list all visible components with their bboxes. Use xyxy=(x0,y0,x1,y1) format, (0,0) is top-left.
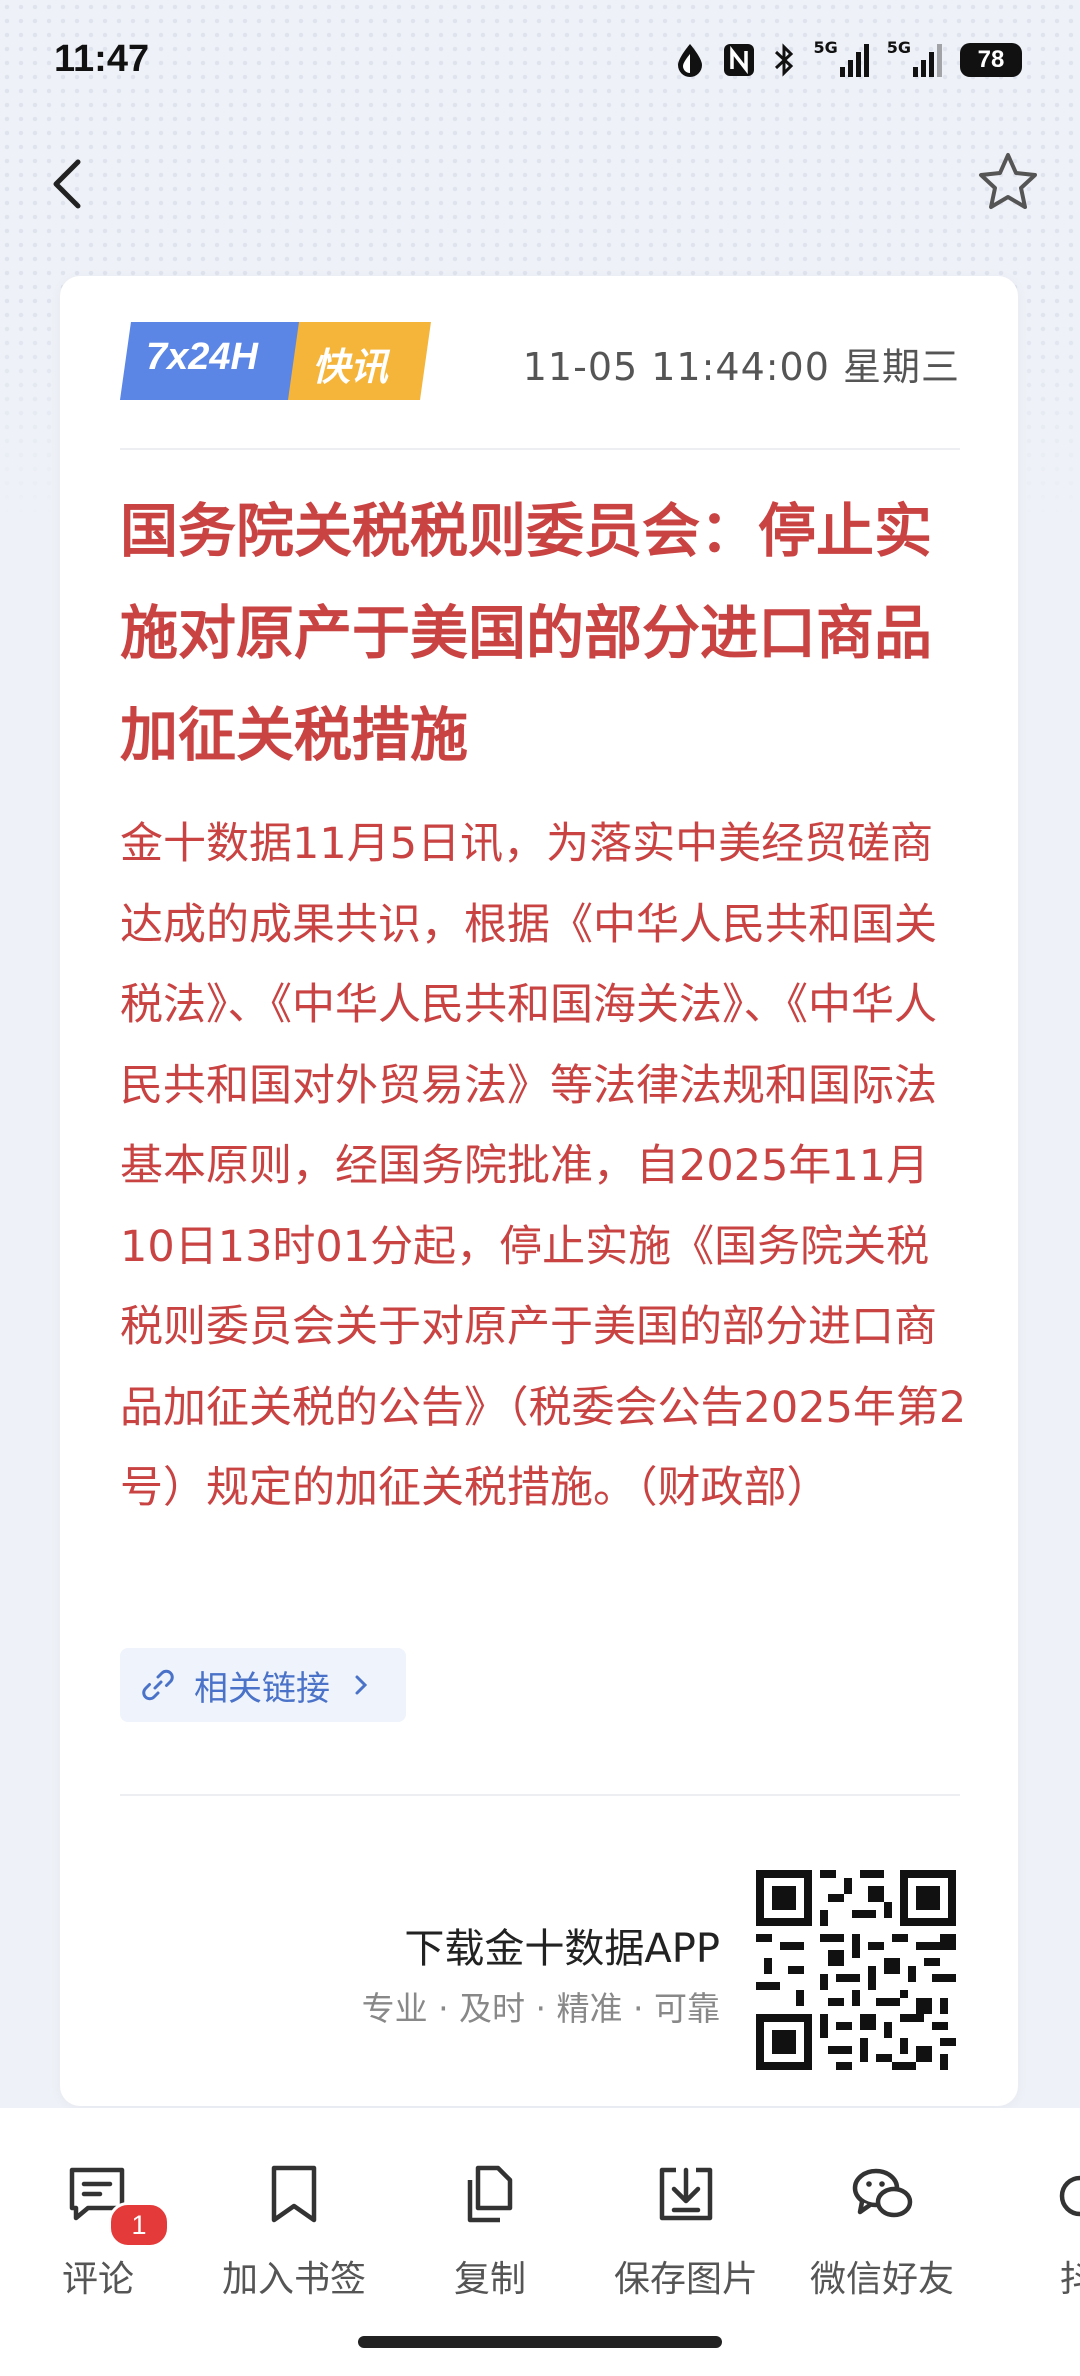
news-card: 7x24H 快讯 11-05 11:44:00 星期三 国务院关税税则委员会：停… xyxy=(60,276,1018,2106)
badge-7x24h: 7x24H xyxy=(146,336,258,378)
battery-icon: 78 xyxy=(960,40,1022,80)
app-tagline: 专业 · 及时 · 精准 · 可靠 xyxy=(361,1989,720,2028)
back-button[interactable] xyxy=(44,152,92,216)
bookmark-button[interactable]: 加入书签 xyxy=(204,2162,384,2302)
save-image-icon xyxy=(654,2162,718,2226)
wechat-icon xyxy=(850,2162,914,2226)
flash-news-badge: 7x24H 快讯 xyxy=(120,322,431,400)
douyin-icon xyxy=(1046,2162,1080,2226)
save-image-button[interactable]: 保存图片 xyxy=(596,2162,776,2302)
related-links-button[interactable]: 相关链接 xyxy=(120,1648,406,1722)
home-indicator[interactable] xyxy=(358,2336,722,2348)
copy-label: 复制 xyxy=(453,2259,526,2300)
copy-button[interactable]: 复制 xyxy=(400,2162,580,2302)
wechat-friend-label: 微信好友 xyxy=(809,2259,954,2300)
related-links-label: 相关链接 xyxy=(194,1668,330,1709)
publish-datetime: 11-05 11:44:00 星期三 xyxy=(522,345,960,389)
app-download-title: 下载金十数据APP xyxy=(404,1926,720,1972)
drop-icon xyxy=(675,40,705,80)
divider xyxy=(120,1794,960,1796)
link-icon xyxy=(142,1669,174,1701)
bluetooth-icon xyxy=(773,40,795,80)
qr-code-icon xyxy=(756,1870,956,2070)
article-headline: 国务院关税税则委员会：停止实施对原产于美国的部分进口商品加征关税措施 xyxy=(120,497,933,769)
chevron-left-icon xyxy=(53,159,81,209)
wechat-friend-button[interactable]: 微信好友 xyxy=(792,2162,972,2302)
badge-flash: 快讯 xyxy=(312,345,389,389)
article-body: 金十数据11月5日讯，为落实中美经贸磋商达成的成果共识，根据《中华人民共和国关税… xyxy=(120,819,967,1513)
chevron-right-icon xyxy=(355,1675,368,1695)
bookmark-icon xyxy=(262,2162,326,2226)
signal-1-icon: 5G xyxy=(813,40,869,80)
comment-count-badge: 1 xyxy=(108,2202,170,2248)
comment-button[interactable]: 评论 1 xyxy=(8,2162,188,2302)
status-time: 11:47 xyxy=(54,38,150,80)
douyin-label: 抖 xyxy=(1059,2259,1080,2300)
douyin-button[interactable]: 抖 xyxy=(988,2162,1080,2302)
status-icons: 5G 5G 78 xyxy=(675,40,1022,80)
nfc-icon xyxy=(723,40,755,80)
signal-2-icon: 5G xyxy=(887,40,942,80)
status-bar: 11:47 5G 5G 78 xyxy=(0,0,1080,120)
save-image-label: 保存图片 xyxy=(613,2259,758,2300)
star-outline-icon xyxy=(979,153,1037,209)
copy-icon xyxy=(458,2162,522,2226)
bookmark-label: 加入书签 xyxy=(221,2259,366,2300)
comment-label: 评论 xyxy=(61,2259,134,2300)
favorite-button[interactable] xyxy=(976,150,1040,214)
divider xyxy=(120,448,960,450)
